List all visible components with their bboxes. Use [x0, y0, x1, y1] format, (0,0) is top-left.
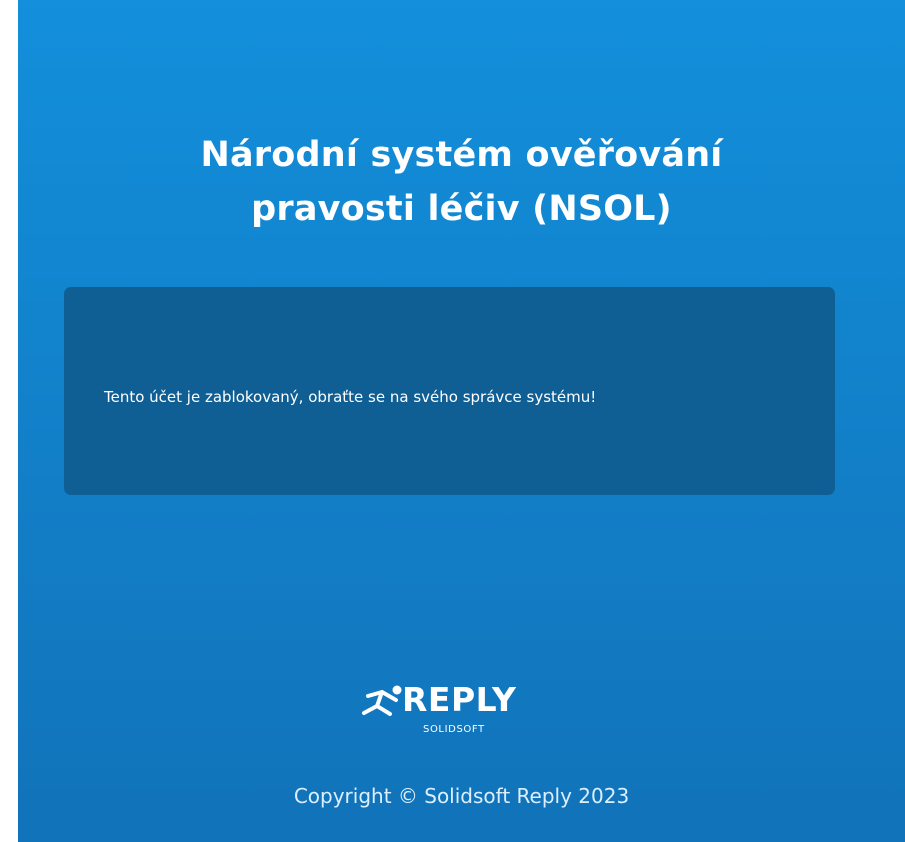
- copyright-text: Copyright © Solidsoft Reply 2023: [293, 784, 630, 808]
- page-title-line-1: Národní systém ověřování: [200, 135, 723, 175]
- alert-message: Tento účet je zablokovaný, obraťte se na…: [104, 388, 597, 406]
- logo-subtitle: SOLIDSOFT: [423, 724, 485, 735]
- reply-solidsoft-logo: REPLY SOLIDSOFT: [356, 680, 556, 740]
- page-title: Národní systém ověřování pravosti léčiv …: [18, 128, 905, 236]
- logo-wordmark: REPLY: [402, 680, 517, 719]
- login-panel: Národní systém ověřování pravosti léčiv …: [18, 0, 905, 842]
- page-title-line-2: pravosti léčiv (NSOL): [251, 189, 672, 229]
- account-locked-alert: Tento účet je zablokovaný, obraťte se na…: [64, 287, 835, 495]
- running-figure-icon: [362, 685, 402, 716]
